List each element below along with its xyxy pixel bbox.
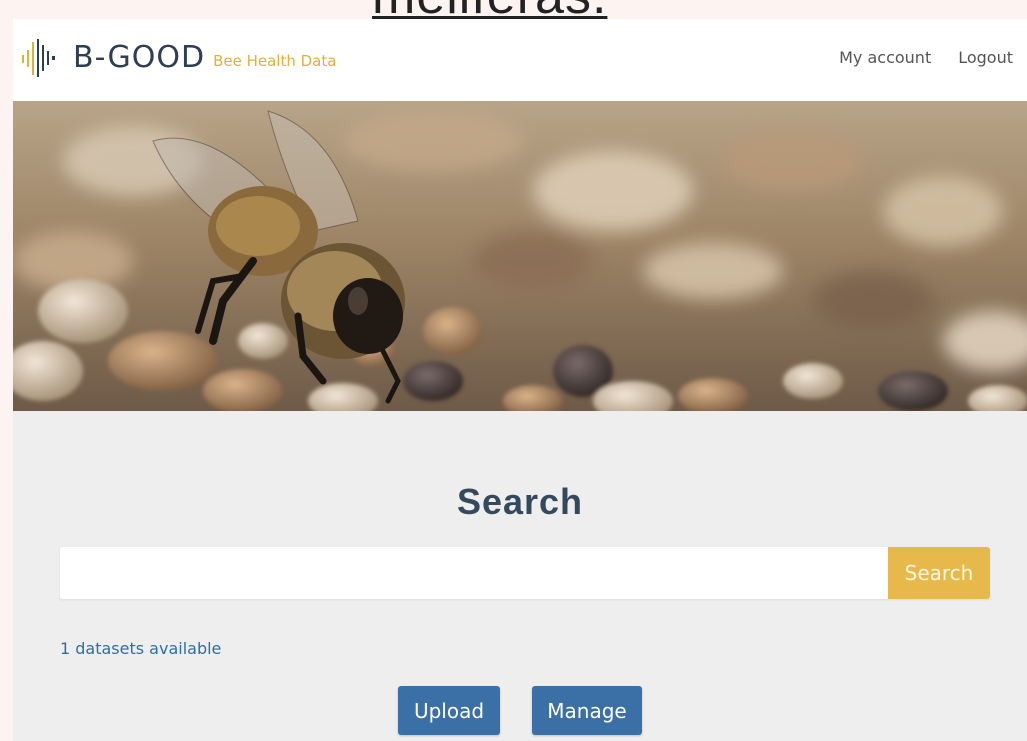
app-frame: B-GOOD Bee Health Data My account Logout (13, 19, 1027, 741)
search-button[interactable]: Search (888, 547, 990, 599)
top-nav: My account Logout (839, 48, 1013, 67)
search-section: Search Search 1 datasets available Uploa… (13, 411, 1027, 741)
soundwave-logo-icon (22, 39, 55, 77)
brand-subtitle: Bee Health Data (213, 52, 337, 70)
upload-button[interactable]: Upload (398, 686, 500, 735)
brand-name: B-GOOD (73, 40, 206, 75)
my-account-link[interactable]: My account (839, 48, 931, 67)
hero-banner (13, 101, 1027, 411)
search-bar: Search (60, 547, 990, 599)
bee-on-gravel-photo (13, 101, 1027, 411)
datasets-count: 1 datasets available (60, 639, 222, 658)
logout-link[interactable]: Logout (958, 48, 1013, 67)
manage-button[interactable]: Manage (532, 686, 642, 735)
navbar: B-GOOD Bee Health Data My account Logout (13, 19, 1027, 101)
search-title: Search (456, 481, 584, 522)
action-buttons: Upload Manage (13, 686, 1027, 735)
brand-logo[interactable]: B-GOOD Bee Health Data (21, 38, 336, 78)
search-input[interactable] (60, 547, 888, 599)
